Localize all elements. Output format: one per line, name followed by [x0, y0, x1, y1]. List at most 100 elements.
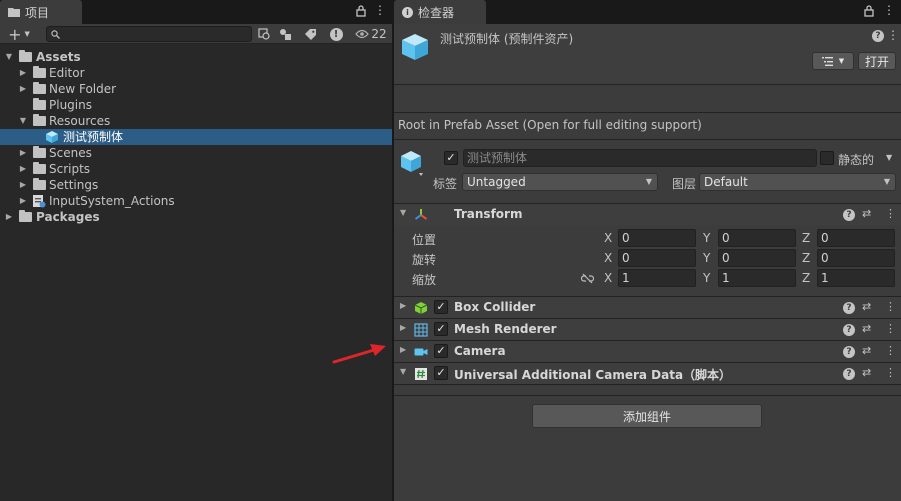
tree-item-scripts[interactable]: ▶ Scripts: [0, 161, 392, 177]
presets-icon[interactable]: ⇄: [862, 344, 871, 357]
tag-dropdown[interactable]: Untagged ▼: [462, 173, 658, 191]
inspector-panel: i 检查器 ⋮ 测试预制体 (预制件资产) ? ⋮ ▼ 打开 Root in P…: [394, 0, 901, 501]
camera-data-header[interactable]: ▼ ✓ Universal Additional Camera Data（脚本）…: [394, 362, 901, 384]
filter-by-type-icon[interactable]: [275, 25, 297, 43]
help-icon[interactable]: ?: [843, 302, 855, 314]
inspector-tab[interactable]: i 检查器: [394, 0, 486, 24]
tree-item-prefab[interactable]: 测试预制体: [0, 129, 392, 145]
expand-arrow-icon[interactable]: ▼: [18, 113, 28, 129]
rotation-x-field[interactable]: 0: [618, 249, 696, 267]
expand-arrow-icon[interactable]: ▶: [18, 177, 28, 193]
enabled-checkbox[interactable]: ✓: [434, 366, 448, 380]
object-name-field[interactable]: 测试预制体: [463, 149, 817, 167]
expand-arrow-icon[interactable]: ▶: [400, 345, 406, 354]
enabled-checkbox[interactable]: ✓: [434, 300, 448, 314]
view-options-dropdown[interactable]: ▼: [812, 52, 854, 70]
tree-item-scenes[interactable]: ▶ Scenes: [0, 145, 392, 161]
expand-arrow-icon[interactable]: ▶: [18, 193, 28, 209]
scale-z-field[interactable]: 1: [817, 269, 895, 287]
tree-item-editor[interactable]: ▶ Editor: [0, 65, 392, 81]
divider: [394, 84, 901, 85]
filter-by-log-icon[interactable]: !: [325, 25, 347, 43]
eye-icon: [355, 29, 370, 39]
more-options-icon[interactable]: ⋮: [885, 344, 896, 357]
box-collider-header[interactable]: ▶ ✓ Box Collider ? ⇄ ⋮: [394, 296, 901, 318]
rotation-y-field[interactable]: 0: [718, 249, 796, 267]
axis-z-label[interactable]: Z: [802, 251, 810, 265]
axis-y-label[interactable]: Y: [703, 231, 710, 245]
scale-x-field[interactable]: 1: [618, 269, 696, 287]
position-z-field[interactable]: 0: [817, 229, 895, 247]
active-checkbox[interactable]: ✓: [444, 151, 458, 165]
expand-arrow-icon[interactable]: ▶: [400, 301, 406, 310]
expand-arrow-icon[interactable]: ▶: [400, 323, 406, 332]
tree-item-new-folder[interactable]: ▶ New Folder: [0, 81, 392, 97]
static-checkbox[interactable]: [820, 151, 834, 165]
more-options-icon[interactable]: ⋮: [374, 3, 386, 17]
expand-arrow-icon[interactable]: ▶: [4, 209, 14, 225]
help-icon[interactable]: ?: [843, 368, 855, 380]
layer-dropdown[interactable]: Default ▼: [699, 173, 896, 191]
transform-header[interactable]: ▼ Transform ? ⇄ ⋮: [394, 203, 901, 225]
add-component-button[interactable]: 添加组件: [532, 404, 762, 428]
folder-icon: [19, 210, 32, 222]
tree-item-plugins[interactable]: Plugins: [0, 97, 392, 113]
more-options-icon[interactable]: ⋮: [885, 322, 896, 335]
expand-arrow-icon[interactable]: ▶: [18, 81, 28, 97]
plus-icon: +: [8, 24, 22, 44]
axis-x-label[interactable]: X: [604, 231, 612, 245]
scale-y-field[interactable]: 1: [718, 269, 796, 287]
more-options-icon[interactable]: ⋮: [885, 300, 896, 313]
more-options-icon[interactable]: ⋮: [887, 28, 899, 42]
gameobject-cube-icon[interactable]: [400, 150, 424, 176]
lock-icon[interactable]: [864, 5, 874, 20]
create-dropdown-button[interactable]: + ▼: [4, 24, 34, 44]
expand-arrow-icon[interactable]: ▶: [18, 145, 28, 161]
mesh-renderer-header[interactable]: ▶ ✓ Mesh Renderer ? ⇄ ⋮: [394, 318, 901, 340]
presets-icon[interactable]: ⇄: [862, 207, 871, 220]
camera-header[interactable]: ▶ ✓ Camera ? ⇄ ⋮: [394, 340, 901, 362]
axis-z-label[interactable]: Z: [802, 271, 810, 285]
tree-item-resources[interactable]: ▼ Resources: [0, 113, 392, 129]
project-tab[interactable]: 项目: [0, 0, 82, 24]
presets-icon[interactable]: ⇄: [862, 322, 871, 335]
open-prefab-button[interactable]: 打开: [858, 52, 896, 70]
position-y-field[interactable]: 0: [718, 229, 796, 247]
tree-item-label: New Folder: [49, 82, 117, 96]
search-input[interactable]: [46, 26, 252, 42]
rotation-z-field[interactable]: 0: [817, 249, 895, 267]
hidden-packages-toggle[interactable]: 22: [352, 25, 390, 43]
expand-arrow-icon[interactable]: ▶: [18, 65, 28, 81]
collapse-arrow-icon[interactable]: ▼: [400, 208, 406, 217]
search-by-type-icon[interactable]: [253, 25, 275, 43]
collapse-arrow-icon[interactable]: ▼: [400, 367, 406, 376]
axis-x-label[interactable]: X: [604, 271, 612, 285]
script-icon: [415, 368, 427, 380]
axis-y-label[interactable]: Y: [703, 251, 710, 265]
enabled-checkbox[interactable]: ✓: [434, 344, 448, 358]
unlink-icon[interactable]: [581, 273, 594, 284]
position-x-field[interactable]: 0: [618, 229, 696, 247]
enabled-checkbox[interactable]: ✓: [434, 322, 448, 336]
axis-x-label[interactable]: X: [604, 251, 612, 265]
help-icon[interactable]: ?: [843, 346, 855, 358]
more-options-icon[interactable]: ⋮: [885, 207, 896, 220]
static-dropdown-icon[interactable]: ▼: [886, 153, 892, 162]
help-icon[interactable]: ?: [843, 324, 855, 336]
tree-item-assets[interactable]: ▼ Assets: [0, 49, 392, 65]
tree-item-settings[interactable]: ▶ Settings: [0, 177, 392, 193]
axis-z-label[interactable]: Z: [802, 231, 810, 245]
presets-icon[interactable]: ⇄: [862, 366, 871, 379]
tree-item-packages[interactable]: ▶ Packages: [0, 209, 392, 225]
presets-icon[interactable]: ⇄: [862, 300, 871, 313]
help-icon[interactable]: ?: [872, 30, 884, 42]
help-icon[interactable]: ?: [843, 209, 855, 221]
axis-y-label[interactable]: Y: [703, 271, 710, 285]
lock-icon[interactable]: [356, 5, 366, 20]
expand-arrow-icon[interactable]: ▶: [18, 161, 28, 177]
tree-item-input-actions[interactable]: ▶ InputSystem_Actions: [0, 193, 392, 209]
more-options-icon[interactable]: ⋮: [885, 366, 896, 379]
expand-arrow-icon[interactable]: ▼: [4, 49, 14, 65]
more-options-icon[interactable]: ⋮: [883, 3, 895, 17]
filter-by-label-icon[interactable]: [299, 25, 321, 43]
